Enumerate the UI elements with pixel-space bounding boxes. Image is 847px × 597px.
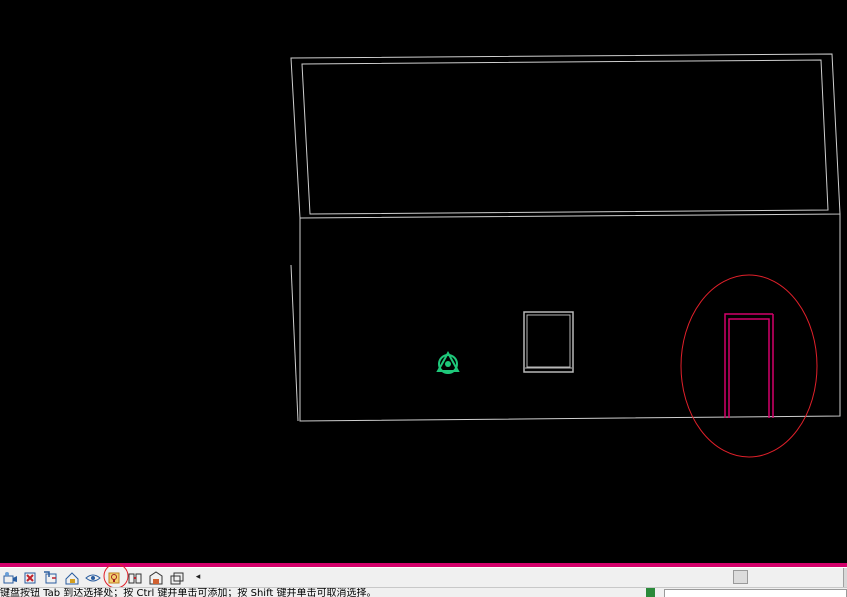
show-crop-icon bbox=[44, 570, 57, 583]
hide-crop-icon bbox=[24, 572, 36, 583]
worksets-icon[interactable] bbox=[645, 588, 657, 597]
unlock-3d-view-button[interactable] bbox=[63, 569, 81, 586]
door-element[interactable] bbox=[724, 313, 774, 418]
visual-style-button[interactable] bbox=[1, 569, 19, 586]
status-field[interactable] bbox=[664, 589, 847, 597]
analytical-model-button[interactable] bbox=[168, 569, 186, 586]
view-control-bar: ◂ bbox=[0, 563, 847, 589]
toolbar-edge bbox=[843, 568, 847, 588]
hide-crop-region-button[interactable] bbox=[21, 569, 39, 586]
window-inner[interactable] bbox=[526, 314, 571, 368]
status-bar: 键盘按钮 Tab 到达选择处；按 Ctrl 键并单击可添加；按 Shift 键并… bbox=[0, 587, 847, 597]
door-highlight-circle bbox=[680, 274, 818, 458]
drawing-canvas[interactable] bbox=[0, 0, 847, 565]
visual-style-icon bbox=[3, 571, 17, 583]
horizontal-scrollbar-thumb[interactable] bbox=[733, 570, 748, 584]
temporary-hide-icon bbox=[85, 574, 101, 581]
toolbar-highlight-circle bbox=[103, 563, 129, 589]
elevation-view[interactable] bbox=[0, 0, 847, 565]
worksharing-icon bbox=[128, 573, 142, 583]
design-options-button[interactable] bbox=[147, 569, 165, 586]
window-frame[interactable] bbox=[523, 311, 574, 373]
status-message: 键盘按钮 Tab 到达选择处；按 Ctrl 键并单击可添加；按 Shift 键并… bbox=[0, 588, 377, 597]
scroll-left-arrow[interactable]: ◂ bbox=[193, 571, 203, 584]
roof-inner-outline[interactable] bbox=[301, 59, 829, 215]
camera-icon[interactable] bbox=[436, 350, 460, 374]
show-crop-region-button[interactable] bbox=[42, 569, 60, 586]
unlock-view-icon bbox=[65, 571, 79, 584]
temporary-hide-button[interactable] bbox=[84, 569, 102, 586]
wall-left-edge-line[interactable] bbox=[290, 264, 299, 422]
design-options-icon bbox=[149, 570, 163, 584]
analytical-model-icon bbox=[170, 572, 184, 584]
roof-outer-outline[interactable] bbox=[290, 53, 841, 219]
